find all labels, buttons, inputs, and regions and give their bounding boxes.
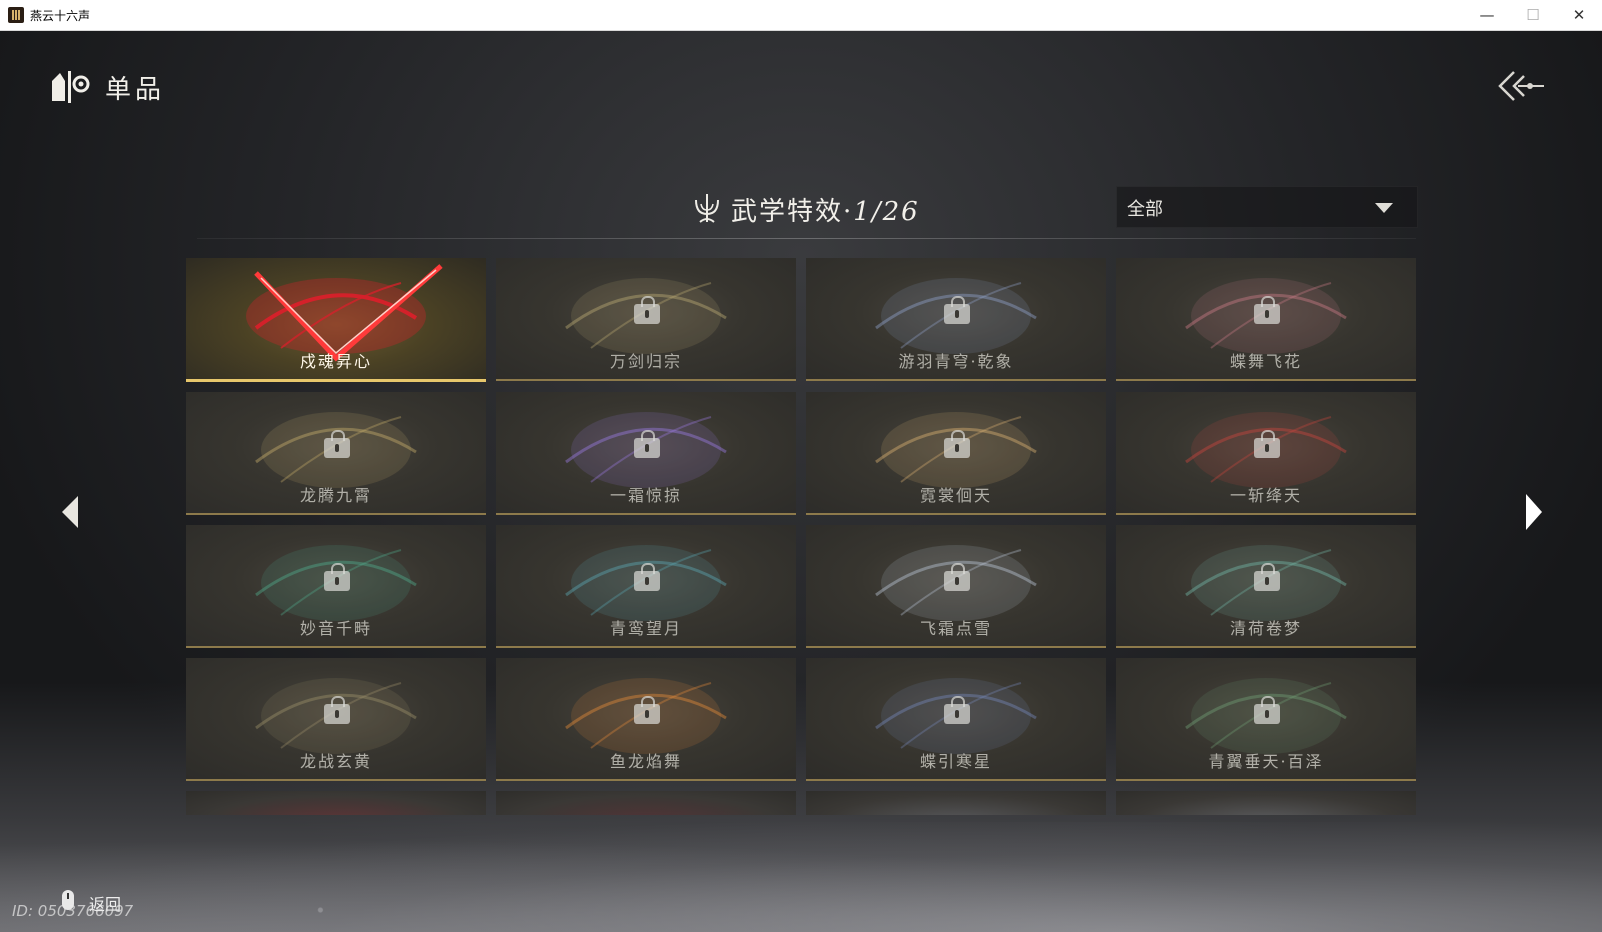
effect-card[interactable]: 清荷卷梦 <box>1116 525 1416 648</box>
chevron-left-icon[interactable] <box>60 495 80 529</box>
effect-card[interactable]: 蝶舞飞花 <box>1116 258 1416 381</box>
effect-card-partial[interactable] <box>806 791 1106 815</box>
app-icon <box>8 7 24 23</box>
effect-name: 游羽青穹·乾象 <box>898 352 1014 371</box>
effects-grid: 戍魂昇心 万剑归宗 游羽青穹·乾象 蝶舞飞花 龙腾九霄 一霜惊掠 霓裳佪天 一斩绛天 妙音千畤青… <box>186 258 1416 844</box>
lock-icon <box>1254 696 1280 724</box>
effect-name: 一霜惊掠 <box>609 486 682 505</box>
header-divider <box>197 238 1416 239</box>
lock-icon <box>324 430 350 458</box>
lock-icon <box>944 430 970 458</box>
effect-name: 戍魂昇心 <box>299 352 372 371</box>
effect-name: 青翼垂天·百泽 <box>1208 752 1324 771</box>
effect-card[interactable]: 鱼龙焰舞 <box>496 658 796 781</box>
effect-card[interactable]: 青翼垂天·百泽 <box>1116 658 1416 781</box>
item-category-icon <box>52 71 90 103</box>
lock-icon <box>944 563 970 591</box>
category-filter-dropdown[interactable]: 全部 <box>1116 186 1418 228</box>
lock-icon <box>634 563 660 591</box>
back-arrow-icon[interactable] <box>1496 68 1546 104</box>
effect-name: 鱼龙焰舞 <box>609 752 682 771</box>
effect-card[interactable]: 蝶引寒星 <box>806 658 1106 781</box>
effect-name: 飞霜点雪 <box>919 619 992 638</box>
effect-card-partial[interactable] <box>496 791 796 815</box>
lock-icon <box>634 296 660 324</box>
close-button[interactable]: ✕ <box>1556 0 1602 30</box>
chevron-right-icon[interactable] <box>1524 493 1544 531</box>
window-titlebar: 燕云十六声 — ☐ ✕ <box>0 0 1602 31</box>
effect-card[interactable]: 龙腾九霄 <box>186 392 486 515</box>
page-title: 单品 <box>105 75 166 105</box>
lock-icon <box>634 430 660 458</box>
lock-icon <box>944 296 970 324</box>
effect-card[interactable]: 飞霜点雪 <box>806 525 1106 648</box>
filter-selected-value: 全部 <box>1127 199 1163 220</box>
effect-card[interactable]: 万剑归宗 <box>496 258 796 381</box>
effect-card-partial[interactable] <box>186 791 486 815</box>
effect-card[interactable]: 龙战玄黄 <box>186 658 486 781</box>
effect-name: 青鸾望月 <box>609 619 682 638</box>
effect-card[interactable]: 一霜惊掠 <box>496 392 796 515</box>
chevron-down-icon <box>1375 203 1393 213</box>
effect-name: 一斩绛天 <box>1229 486 1302 505</box>
lock-icon <box>1254 563 1280 591</box>
effect-card[interactable]: 妙音千畤 <box>186 525 486 648</box>
lock-icon <box>324 696 350 724</box>
effect-name: 万剑归宗 <box>609 352 682 371</box>
effect-name: 龙腾九霄 <box>299 486 372 505</box>
lock-icon <box>1254 296 1280 324</box>
lock-icon <box>944 696 970 724</box>
effect-card[interactable]: 戍魂昇心 <box>186 258 486 382</box>
trident-emblem-icon <box>695 194 719 223</box>
effect-name: 妙音千畤 <box>299 619 372 638</box>
effects-header: 武学特效·1/26 <box>731 191 920 228</box>
effect-name: 清荷卷梦 <box>1229 619 1302 638</box>
lock-icon <box>324 563 350 591</box>
effect-card[interactable]: 一斩绛天 <box>1116 392 1416 515</box>
effect-card-partial[interactable] <box>1116 791 1416 815</box>
effect-card[interactable]: 霓裳佪天 <box>806 392 1106 515</box>
effect-name: 蝶引寒星 <box>919 752 992 771</box>
effect-name: 霓裳佪天 <box>919 486 992 505</box>
effect-card[interactable]: 游羽青穹·乾象 <box>806 258 1106 381</box>
effect-card[interactable]: 青鸾望月 <box>496 525 796 648</box>
header-title-text: 武学特效 <box>731 197 844 227</box>
effect-name: 蝶舞飞花 <box>1229 352 1302 371</box>
minimize-button[interactable]: — <box>1464 0 1510 30</box>
header-count: 1/26 <box>853 197 920 227</box>
lock-icon <box>634 696 660 724</box>
effect-name: 龙战玄黄 <box>299 752 372 771</box>
player-uid: ID: 0503766097 <box>12 902 134 920</box>
maximize-button[interactable]: ☐ <box>1510 0 1556 30</box>
game-stage: 单品 武学特效·1/26 全部 戍魂昇心 万剑归宗 游羽青穹·乾象 蝶舞飞花龙腾九霄 一… <box>0 31 1602 932</box>
header-separator: · <box>843 197 854 227</box>
window-title: 燕云十六声 <box>30 9 91 23</box>
lock-icon <box>1254 430 1280 458</box>
